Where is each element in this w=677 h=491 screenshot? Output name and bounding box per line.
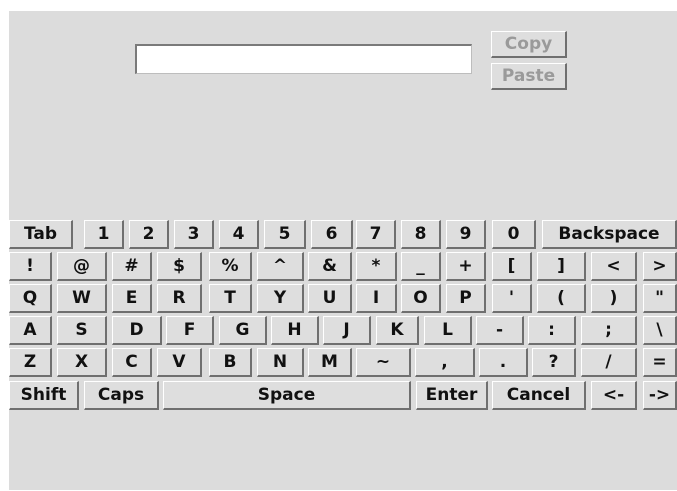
letter-f-key[interactable]: F: [166, 316, 214, 345]
letter-u-key[interactable]: U: [308, 284, 352, 313]
backspace-key[interactable]: Backspace: [542, 220, 677, 249]
ampersand-key[interactable]: &: [308, 252, 352, 281]
question-key[interactable]: ?: [532, 348, 576, 377]
right-arrow-key[interactable]: ->: [643, 381, 677, 410]
period-key[interactable]: .: [479, 348, 528, 377]
caret-key[interactable]: ^: [257, 252, 304, 281]
digit-8-key[interactable]: 8: [401, 220, 441, 249]
letter-h-key[interactable]: H: [271, 316, 319, 345]
underscore-key[interactable]: _: [401, 252, 441, 281]
letter-a-key[interactable]: A: [9, 316, 52, 345]
tab-key[interactable]: Tab: [9, 220, 73, 249]
letter-i-key[interactable]: I: [356, 284, 397, 313]
space-key[interactable]: Space: [163, 381, 411, 410]
paste-button[interactable]: Paste: [491, 63, 567, 90]
letter-j-key[interactable]: J: [323, 316, 371, 345]
enter-key[interactable]: Enter: [416, 381, 488, 410]
hash-key[interactable]: #: [112, 252, 152, 281]
tilde-key[interactable]: ~: [356, 348, 411, 377]
digit-0-key[interactable]: 0: [492, 220, 536, 249]
digit-7-key[interactable]: 7: [356, 220, 396, 249]
greater-than-key[interactable]: >: [643, 252, 677, 281]
letter-d-key[interactable]: D: [112, 316, 162, 345]
text-input[interactable]: [135, 44, 472, 74]
letter-o-key[interactable]: O: [401, 284, 441, 313]
letter-v-key[interactable]: V: [157, 348, 202, 377]
letter-z-key[interactable]: Z: [9, 348, 52, 377]
equals-key[interactable]: =: [643, 348, 677, 377]
letter-s-key[interactable]: S: [57, 316, 107, 345]
backslash-key[interactable]: \: [643, 316, 677, 345]
digit-5-key[interactable]: 5: [264, 220, 306, 249]
exclamation-key[interactable]: !: [9, 252, 52, 281]
caps-lock-key[interactable]: Caps: [84, 381, 159, 410]
letter-p-key[interactable]: P: [446, 284, 486, 313]
digit-3-key[interactable]: 3: [174, 220, 214, 249]
left-arrow-key[interactable]: <-: [591, 381, 637, 410]
right-bracket-key[interactable]: ]: [537, 252, 586, 281]
minus-key[interactable]: -: [476, 316, 524, 345]
letter-n-key[interactable]: N: [257, 348, 304, 377]
colon-key[interactable]: :: [528, 316, 576, 345]
letter-w-key[interactable]: W: [57, 284, 107, 313]
letter-q-key[interactable]: Q: [9, 284, 52, 313]
shift-key[interactable]: Shift: [9, 381, 79, 410]
percent-key[interactable]: %: [209, 252, 252, 281]
letter-m-key[interactable]: M: [308, 348, 352, 377]
keyboard-panel: [9, 11, 677, 490]
apostrophe-key[interactable]: ': [492, 284, 532, 313]
right-paren-key[interactable]: ): [591, 284, 637, 313]
slash-key[interactable]: /: [581, 348, 637, 377]
letter-e-key[interactable]: E: [112, 284, 152, 313]
dollar-key[interactable]: $: [157, 252, 202, 281]
letter-l-key[interactable]: L: [424, 316, 472, 345]
digit-1-key[interactable]: 1: [84, 220, 124, 249]
digit-2-key[interactable]: 2: [129, 220, 169, 249]
asterisk-key[interactable]: *: [356, 252, 397, 281]
plus-key[interactable]: +: [446, 252, 486, 281]
less-than-key[interactable]: <: [591, 252, 637, 281]
digit-4-key[interactable]: 4: [219, 220, 259, 249]
comma-key[interactable]: ,: [415, 348, 475, 377]
digit-9-key[interactable]: 9: [446, 220, 486, 249]
letter-c-key[interactable]: C: [112, 348, 152, 377]
at-key[interactable]: @: [57, 252, 107, 281]
letter-k-key[interactable]: K: [376, 316, 419, 345]
letter-b-key[interactable]: B: [209, 348, 252, 377]
letter-r-key[interactable]: R: [157, 284, 202, 313]
letter-g-key[interactable]: G: [219, 316, 267, 345]
semicolon-key[interactable]: ;: [581, 316, 637, 345]
copy-button[interactable]: Copy: [491, 31, 567, 58]
letter-y-key[interactable]: Y: [257, 284, 304, 313]
left-paren-key[interactable]: (: [537, 284, 586, 313]
letter-x-key[interactable]: X: [57, 348, 107, 377]
letter-t-key[interactable]: T: [209, 284, 252, 313]
digit-6-key[interactable]: 6: [311, 220, 353, 249]
left-bracket-key[interactable]: [: [492, 252, 532, 281]
quote-key[interactable]: ": [643, 284, 677, 313]
cancel-key[interactable]: Cancel: [492, 381, 586, 410]
